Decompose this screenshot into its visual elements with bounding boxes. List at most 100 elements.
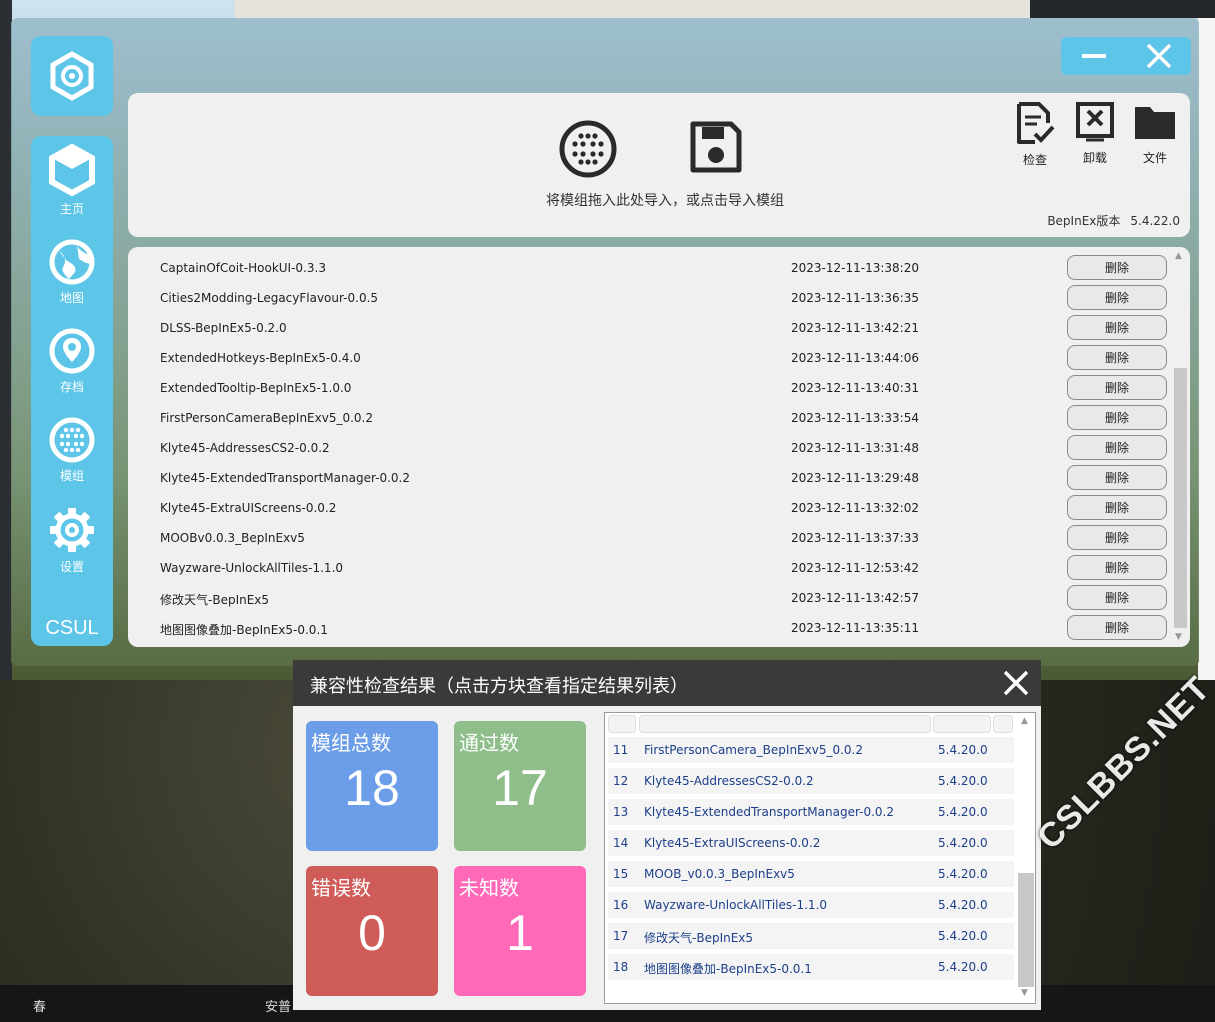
mod-name: FirstPersonCameraBepInExv5_0.0.2 — [160, 411, 373, 425]
result-name: Wayzware-UnlockAllTiles-1.1.0 — [644, 898, 828, 912]
list-item[interactable]: 16 Wayzware-UnlockAllTiles-1.1.0 5.4.20.0 — [608, 892, 1014, 918]
tile-title: 模组总数 — [311, 731, 391, 755]
dots-grid-icon[interactable] — [558, 119, 618, 179]
table-row: Klyte45-AddressesCS2-0.0.2 2023-12-11-13:… — [128, 433, 1168, 463]
files-button[interactable]: 文件 — [1131, 101, 1179, 166]
window-controls — [1061, 37, 1191, 75]
close-button[interactable] — [1134, 37, 1184, 75]
table-row: CaptainOfCoit-HookUI-0.3.3 2023-12-11-13:… — [128, 253, 1168, 283]
list-item[interactable]: 15 MOOB_v0.0.3_BepInExv5 5.4.20.0 — [608, 861, 1014, 887]
scroll-thumb[interactable] — [1174, 368, 1187, 628]
delete-button[interactable]: 删除 — [1067, 555, 1167, 580]
sidebar-item-label: 模组 — [59, 469, 84, 483]
list-item[interactable]: 17 修改天气-BepInEx5 5.4.20.0 — [608, 923, 1014, 949]
table-row: FirstPersonCameraBepInExv5_0.0.2 2023-12-… — [128, 403, 1168, 433]
scroll-up-arrow-icon[interactable]: ▲ — [1021, 716, 1028, 726]
sidebar-item-map[interactable]: 地图 — [31, 239, 113, 319]
mod-name: 地图图像叠加-BepInEx5-0.0.1 — [160, 623, 328, 637]
mod-name: Klyte45-ExtendedTransportManager-0.0.2 — [160, 471, 410, 485]
tile-title: 通过数 — [459, 731, 519, 755]
mod-name: Wayzware-UnlockAllTiles-1.1.0 — [160, 561, 344, 575]
result-index: 13 — [613, 805, 629, 819]
list-item[interactable]: 11 FirstPersonCamera_BepInExv5_0.0.2 5.4.2… — [608, 737, 1014, 763]
mod-date: 2023-12-11-13:29:48 — [791, 471, 919, 485]
mod-list: CaptainOfCoit-HookUI-0.3.3 2023-12-11-13:… — [128, 247, 1190, 647]
tile-value: 0 — [358, 905, 386, 961]
mod-name: Klyte45-ExtraUIScreens-0.0.2 — [160, 501, 337, 515]
delete-button[interactable]: 删除 — [1067, 255, 1167, 280]
sidebar-item-home[interactable]: 主页 — [31, 144, 113, 224]
bepinex-version-value: 5.4.22.0 — [1130, 214, 1180, 228]
place-label: 安普 — [265, 1000, 292, 1015]
delete-button[interactable]: 删除 — [1067, 615, 1167, 640]
mod-date: 2023-12-11-12:53:42 — [791, 561, 919, 575]
column-header[interactable] — [639, 715, 931, 733]
mod-date: 2023-12-11-13:42:21 — [791, 321, 919, 335]
dialog-header: 兼容性检查结果（点击方块查看指定结果列表） — [293, 660, 1041, 706]
list-item[interactable]: 18 地图图像叠加-BepInEx5-0.0.1 5.4.20.0 — [608, 954, 1014, 980]
mod-date: 2023-12-11-13:44:06 — [791, 351, 919, 365]
result-version: 5.4.20.0 — [938, 805, 988, 819]
cube-icon — [49, 144, 95, 196]
delete-button[interactable]: 删除 — [1067, 285, 1167, 310]
column-header[interactable] — [608, 715, 636, 733]
mod-name: ExtendedHotkeys-BepInEx5-0.4.0 — [160, 351, 361, 365]
sidebar-item-mods[interactable]: 模组 — [31, 417, 113, 497]
result-index: 11 — [613, 743, 629, 757]
scroll-up-arrow-icon[interactable]: ▲ — [1175, 251, 1182, 261]
tile-title: 错误数 — [311, 876, 371, 900]
delete-button[interactable]: 删除 — [1067, 435, 1167, 460]
delete-button[interactable]: 删除 — [1067, 585, 1167, 610]
sidebar-item-saves[interactable]: 存档 — [31, 328, 113, 408]
result-index: 16 — [613, 898, 629, 912]
result-index: 15 — [613, 867, 629, 881]
check-button[interactable]: 检查 — [1011, 101, 1059, 168]
bepinex-version-label: BepInEx版本 — [1047, 214, 1121, 228]
sidebar-item-label: 设置 — [59, 560, 84, 574]
app-logo — [31, 36, 113, 116]
minimize-icon — [1081, 54, 1106, 58]
uninstall-button[interactable]: 卸载 — [1071, 101, 1119, 166]
dialog-close-button[interactable] — [1001, 668, 1031, 698]
result-version: 5.4.20.0 — [938, 774, 988, 788]
scroll-thumb[interactable] — [1018, 873, 1034, 987]
passed-tile[interactable]: 通过数 17 — [454, 721, 586, 851]
errors-tile[interactable]: 错误数 0 — [306, 866, 438, 996]
delete-button[interactable]: 删除 — [1067, 315, 1167, 340]
column-header[interactable] — [993, 715, 1013, 733]
scroll-down-arrow-icon[interactable]: ▼ — [1021, 988, 1028, 998]
delete-button[interactable]: 删除 — [1067, 525, 1167, 550]
list-item[interactable]: 13 Klyte45-ExtendedTransportManager-0.0.2… — [608, 799, 1014, 825]
list-item[interactable]: 14 Klyte45-ExtraUIScreens-0.0.2 5.4.20.0 — [608, 830, 1014, 856]
mod-date: 2023-12-11-13:32:02 — [791, 501, 919, 515]
close-icon — [1003, 670, 1029, 696]
table-row: ExtendedTooltip-BepInEx5-1.0.0 2023-12-11… — [128, 373, 1168, 403]
scroll-down-arrow-icon[interactable]: ▼ — [1175, 632, 1182, 642]
total-mods-tile[interactable]: 模组总数 18 — [306, 721, 438, 851]
result-name: Klyte45-ExtendedTransportManager-0.0.2 — [644, 805, 894, 819]
mod-list-scrollbar[interactable]: ▲ ▼ — [1171, 247, 1190, 647]
delete-button[interactable]: 删除 — [1067, 405, 1167, 430]
list-item[interactable]: 12 Klyte45-AddressesCS2-0.0.2 5.4.20.0 — [608, 768, 1014, 794]
close-icon — [1146, 43, 1171, 69]
table-row: Cities2Modding-LegacyFlavour-0.0.5 2023-1… — [128, 283, 1168, 313]
tile-value: 18 — [344, 760, 400, 816]
unknown-tile[interactable]: 未知数 1 — [454, 866, 586, 996]
logo-icon — [50, 51, 94, 101]
tile-value: 1 — [506, 905, 534, 961]
table-row: DLSS-BepInEx5-0.2.0 2023-12-11-13:42:21 删除 — [128, 313, 1168, 343]
delete-button[interactable]: 删除 — [1067, 375, 1167, 400]
save-disk-icon[interactable] — [688, 119, 744, 175]
delete-button[interactable]: 删除 — [1067, 345, 1167, 370]
delete-button[interactable]: 删除 — [1067, 465, 1167, 490]
delete-button[interactable]: 删除 — [1067, 495, 1167, 520]
result-list-scrollbar[interactable]: ▲ ▼ — [1018, 715, 1034, 1001]
table-row: Wayzware-UnlockAllTiles-1.1.0 2023-12-11-… — [128, 553, 1168, 583]
sidebar-item-settings[interactable]: 设置 — [31, 506, 113, 586]
result-version: 5.4.20.0 — [938, 743, 988, 757]
globe-icon — [49, 239, 95, 285]
column-header[interactable] — [933, 715, 991, 733]
drop-hint: 将模组拖入此处导入，或点击导入模组 — [546, 193, 784, 209]
minimize-button[interactable] — [1069, 37, 1119, 75]
import-drop-zone[interactable]: 将模组拖入此处导入，或点击导入模组 检查 卸载 文件 BepInEx版本 5.4… — [128, 93, 1190, 237]
